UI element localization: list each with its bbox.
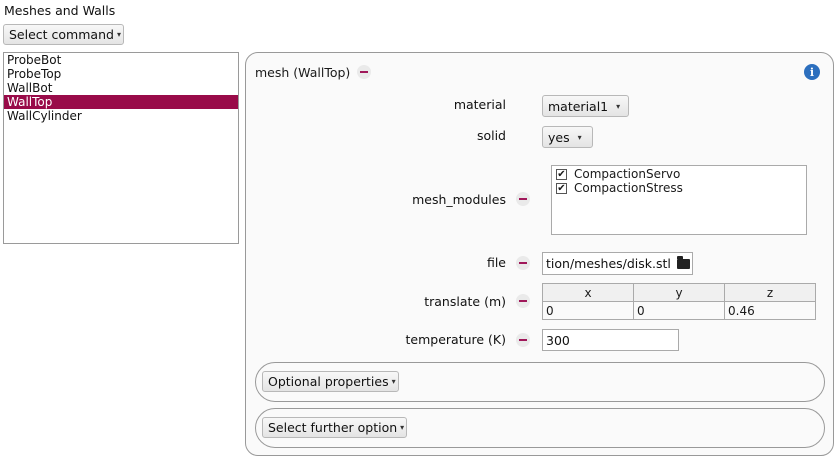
mesh-list[interactable]: ProbeBot ProbeTop WallBot WallTop WallCy… xyxy=(3,52,239,244)
column-header-z: z xyxy=(724,283,816,302)
minus-icon xyxy=(519,262,527,264)
minus-icon xyxy=(519,339,527,341)
checkbox-checked[interactable]: ✔ xyxy=(556,168,567,180)
temperature-label: temperature (K) xyxy=(405,332,507,347)
translate-y-input[interactable]: 0 xyxy=(633,301,725,320)
solid-label: solid xyxy=(476,128,506,143)
material-dropdown[interactable]: material1 ▾ xyxy=(542,95,629,117)
optional-properties-dropdown[interactable]: Optional properties ▾ xyxy=(262,371,399,392)
checklist-item[interactable]: ✔ CompactionStress xyxy=(552,181,806,195)
checklist-item-label: CompactionServo xyxy=(574,167,681,181)
list-item[interactable]: WallBot xyxy=(4,81,238,95)
checkbox-checked[interactable]: ✔ xyxy=(556,182,567,194)
remove-file-button[interactable] xyxy=(516,256,530,270)
checklist-item-label: CompactionStress xyxy=(574,181,683,195)
material-label: material xyxy=(453,97,506,112)
chevron-down-icon: ▾ xyxy=(400,423,405,432)
optional-properties-label: Optional properties xyxy=(268,374,389,389)
remove-mesh-button[interactable] xyxy=(357,65,371,79)
panel-title: mesh (WallTop) xyxy=(255,65,351,80)
remove-mesh-modules-button[interactable] xyxy=(516,192,530,206)
select-command-dropdown[interactable]: Select command ▾ xyxy=(3,24,124,45)
select-command-label: Select command xyxy=(9,27,114,42)
list-item[interactable]: ProbeTop xyxy=(4,67,238,81)
list-item[interactable]: ProbeBot xyxy=(4,53,238,67)
translate-label: translate (m) xyxy=(424,294,506,309)
folder-icon[interactable] xyxy=(676,255,690,269)
mesh-modules-checklist: ✔ CompactionServo ✔ CompactionStress xyxy=(551,165,807,235)
minus-icon xyxy=(519,300,527,302)
solid-dropdown[interactable]: yes ▾ xyxy=(542,126,593,148)
file-label: file xyxy=(486,255,506,270)
checklist-item[interactable]: ✔ CompactionServo xyxy=(552,167,806,181)
column-header-y: y xyxy=(633,283,725,302)
solid-value: yes xyxy=(548,129,570,145)
list-item[interactable]: WallCylinder xyxy=(4,109,238,123)
remove-translate-button[interactable] xyxy=(516,294,530,308)
file-path: tion/meshes/disk.stl xyxy=(546,256,671,271)
remove-temperature-button[interactable] xyxy=(516,333,530,347)
select-further-option-label: Select further option xyxy=(268,420,398,435)
chevron-down-icon: ▾ xyxy=(391,377,396,386)
chevron-down-icon: ▾ xyxy=(616,101,621,111)
chevron-down-icon: ▾ xyxy=(577,132,582,142)
translate-z-input[interactable]: 0.46 xyxy=(724,301,816,320)
mesh-modules-label: mesh_modules xyxy=(412,192,506,207)
translate-x-input[interactable]: 0 xyxy=(542,301,634,320)
file-field[interactable]: tion/meshes/disk.stl xyxy=(542,252,693,275)
info-icon[interactable]: i xyxy=(804,64,820,80)
column-header-x: x xyxy=(542,283,634,302)
material-value: material1 xyxy=(548,98,609,114)
temperature-input[interactable]: 300 xyxy=(542,329,679,351)
translate-table: x y z 0 0 0.46 xyxy=(542,283,816,320)
list-item-selected[interactable]: WallTop xyxy=(4,95,238,109)
minus-icon xyxy=(519,198,527,200)
chevron-down-icon: ▾ xyxy=(116,30,121,39)
minus-icon xyxy=(360,71,368,73)
select-further-option-dropdown[interactable]: Select further option ▾ xyxy=(262,417,407,438)
section-title: Meshes and Walls xyxy=(4,3,116,18)
